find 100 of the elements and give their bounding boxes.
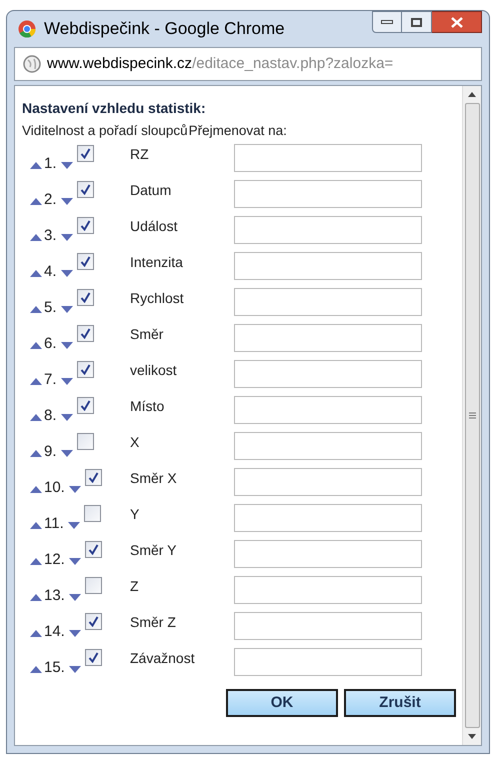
column-name: Místo [130, 397, 166, 416]
column-name: Směr [130, 325, 164, 344]
rename-input[interactable] [234, 648, 422, 676]
visibility-checkbox[interactable] [76, 325, 94, 342]
row-number: 11. [44, 515, 64, 534]
url-text: www.webdispecink.cz/editace_nastav.php?zalozka= [47, 54, 394, 74]
move-up-icon[interactable] [30, 342, 42, 350]
checkmark-icon [88, 544, 99, 556]
rename-input[interactable] [234, 612, 422, 640]
visibility-checkbox[interactable] [76, 181, 94, 198]
ok-button[interactable]: OK [226, 689, 338, 718]
move-up-icon[interactable] [30, 558, 42, 566]
visibility-checkbox[interactable] [76, 361, 94, 378]
column-header: Přejmenovat na: [188, 122, 287, 140]
visibility-checkbox[interactable] [84, 505, 101, 522]
column-name: X [130, 433, 140, 452]
move-down-icon[interactable] [60, 198, 73, 206]
visibility-checkbox[interactable] [76, 253, 94, 270]
move-down-icon[interactable] [60, 162, 73, 170]
cancel-button[interactable]: Zrušit [344, 689, 456, 718]
move-up-icon[interactable] [30, 630, 42, 638]
move-up-icon[interactable] [30, 414, 42, 422]
move-down-icon[interactable] [60, 450, 73, 458]
close-icon [450, 16, 462, 28]
close-button[interactable] [432, 11, 482, 33]
column-name: Událost [130, 217, 178, 236]
move-down-icon[interactable] [68, 558, 81, 566]
rename-input[interactable] [234, 540, 422, 568]
move-up-icon[interactable] [30, 306, 42, 314]
row-number: 7. [44, 371, 57, 390]
move-up-icon[interactable] [30, 162, 42, 170]
move-up-icon[interactable] [30, 522, 42, 530]
move-down-icon[interactable] [60, 306, 73, 314]
column-name: Závažnost [130, 649, 196, 668]
row-number: 14. [44, 623, 65, 642]
move-down-icon[interactable] [68, 666, 81, 674]
rename-input[interactable] [234, 144, 422, 172]
checkmark-icon [80, 184, 91, 196]
column-name: Rychlost [130, 289, 185, 308]
row-number: 10. [44, 479, 65, 498]
visibility-checkbox[interactable] [84, 613, 102, 630]
move-up-icon[interactable] [30, 666, 42, 674]
visibility-checkbox[interactable] [84, 469, 102, 486]
visibility-checkbox[interactable] [76, 217, 94, 234]
move-down-icon[interactable] [68, 594, 81, 602]
column-name: velikost [130, 361, 178, 380]
scroll-down-icon[interactable] [468, 734, 476, 739]
move-up-icon[interactable] [30, 198, 42, 206]
column-name: Y [130, 505, 140, 524]
rename-input[interactable] [234, 360, 422, 388]
rename-input[interactable] [234, 288, 422, 316]
scrollbar-thumb[interactable] [464, 103, 480, 728]
visibility-checkbox[interactable] [84, 649, 102, 666]
move-down-icon[interactable] [60, 270, 73, 278]
checkmark-icon [80, 256, 91, 268]
checkmark-icon [80, 148, 91, 160]
move-down-icon[interactable] [60, 378, 73, 386]
column-name: Z [130, 577, 140, 596]
globe-icon [23, 55, 41, 73]
rename-input[interactable] [234, 180, 422, 208]
rename-input[interactable] [234, 324, 422, 352]
visibility-checkbox[interactable] [84, 577, 102, 594]
move-down-icon[interactable] [68, 630, 81, 638]
scrollbar[interactable] [462, 86, 481, 745]
rename-input[interactable] [234, 576, 422, 604]
visibility-checkbox[interactable] [84, 541, 102, 558]
visibility-checkbox[interactable] [76, 145, 94, 162]
rename-input[interactable] [234, 252, 422, 280]
visibility-checkbox[interactable] [76, 397, 94, 414]
rename-input[interactable] [234, 504, 422, 532]
minimize-button[interactable] [372, 11, 402, 33]
checkmark-icon [80, 292, 91, 304]
column-name: Směr Z [130, 613, 177, 632]
section-heading: Nastavení vzhledu statistik: [22, 99, 207, 118]
maximize-button[interactable] [402, 11, 432, 33]
move-down-icon[interactable] [60, 342, 73, 350]
row-number: 13. [44, 587, 65, 606]
move-up-icon[interactable] [30, 450, 42, 458]
move-up-icon[interactable] [30, 234, 42, 242]
move-up-icon[interactable] [30, 270, 42, 278]
column-header: Viditelnost a pořadí sloupců [22, 122, 188, 140]
move-up-icon[interactable] [30, 594, 42, 602]
column-name: Směr X [130, 469, 178, 488]
checkmark-icon [88, 652, 99, 664]
rename-input[interactable] [234, 216, 422, 244]
move-down-icon[interactable] [60, 234, 73, 242]
visibility-checkbox[interactable] [76, 289, 94, 306]
rename-input[interactable] [234, 432, 422, 460]
move-up-icon[interactable] [30, 378, 42, 386]
address-bar[interactable]: www.webdispecink.cz/editace_nastav.php?zalozka= [14, 47, 482, 81]
move-up-icon[interactable] [30, 486, 42, 494]
move-down-icon[interactable] [68, 486, 81, 494]
move-down-icon[interactable] [60, 414, 73, 422]
browser-logo-icon [18, 20, 36, 38]
rename-input[interactable] [234, 396, 422, 424]
checkmark-icon [80, 328, 91, 340]
scroll-up-icon[interactable] [468, 92, 476, 97]
move-down-icon[interactable] [68, 522, 80, 530]
visibility-checkbox[interactable] [76, 433, 94, 450]
rename-input[interactable] [234, 468, 422, 496]
